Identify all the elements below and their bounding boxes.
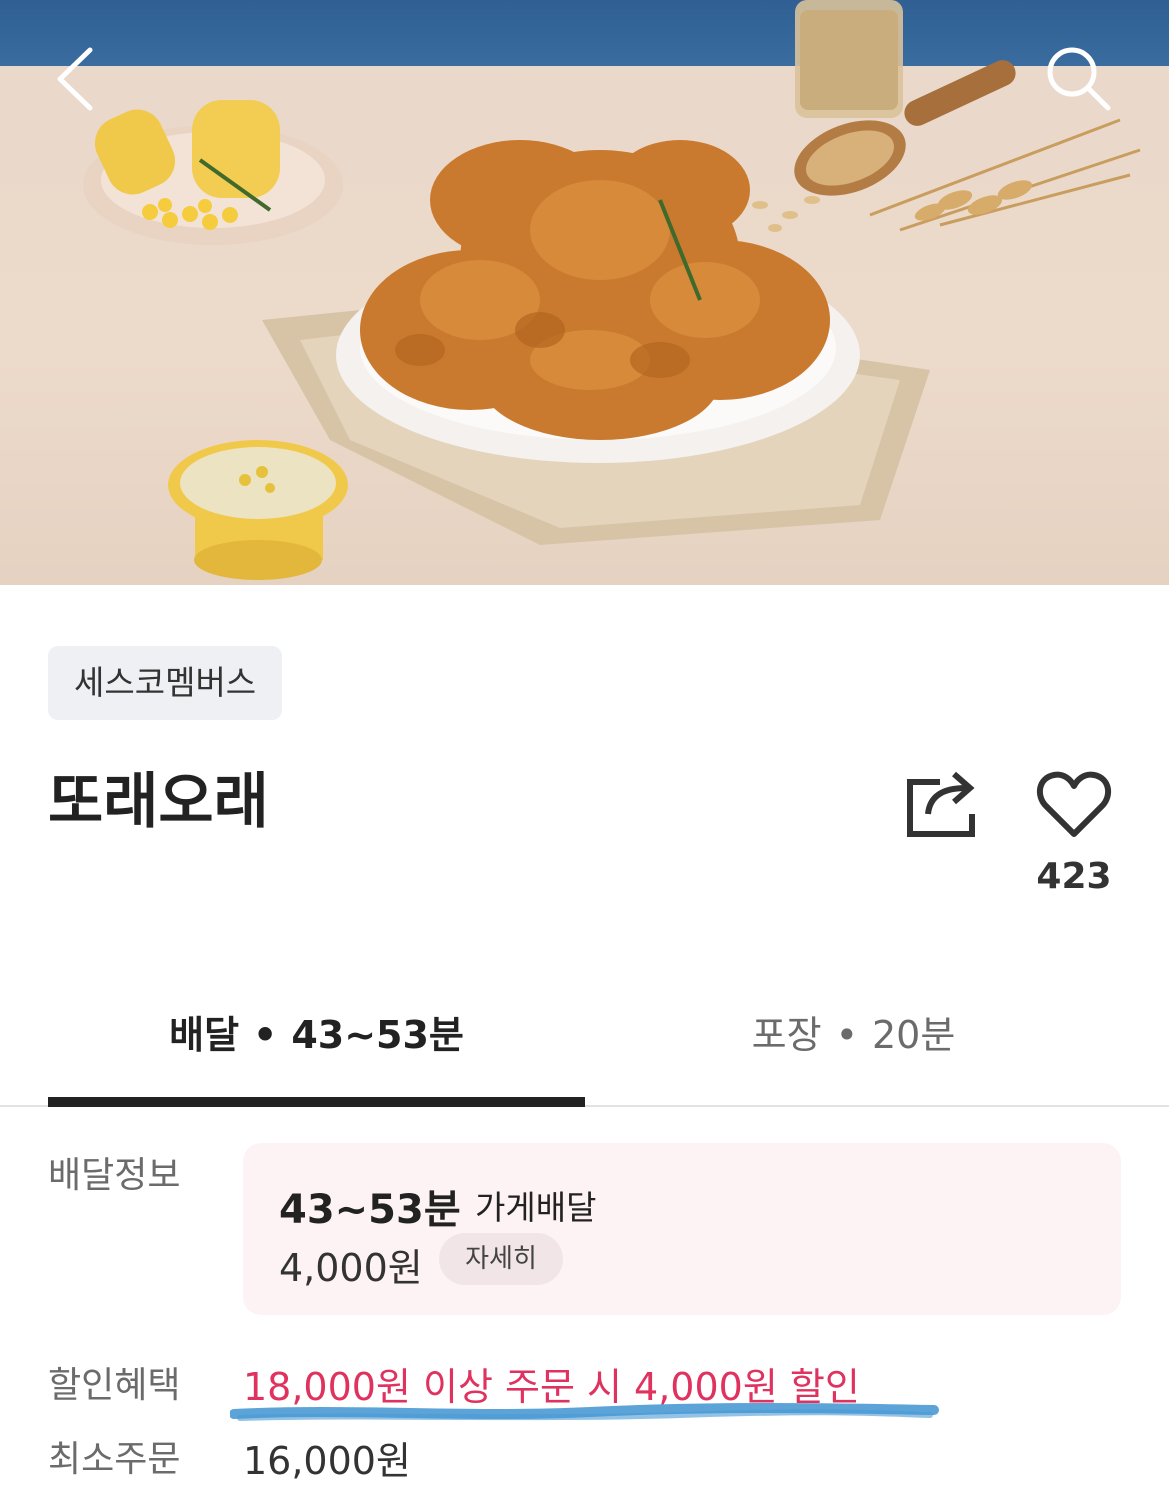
search-button[interactable] bbox=[1040, 42, 1120, 116]
back-button[interactable] bbox=[48, 42, 108, 116]
tab-pickup[interactable]: 포장 • 20분 bbox=[585, 1000, 1122, 1070]
favorite-count: 423 bbox=[1036, 856, 1112, 897]
heart-icon bbox=[1036, 771, 1112, 837]
delivery-eta: 43~53분 bbox=[279, 1187, 461, 1233]
tab-pickup-separator: • bbox=[835, 1013, 858, 1057]
discount-label: 할인혜택 bbox=[48, 1365, 181, 1406]
search-icon bbox=[1047, 47, 1111, 111]
delivery-fee: 4,000원 bbox=[279, 1246, 423, 1290]
share-button[interactable] bbox=[900, 764, 984, 844]
delivery-detail-button[interactable]: 자세히 bbox=[439, 1233, 563, 1285]
delivery-type: 가게배달 bbox=[475, 1188, 597, 1227]
active-tab-indicator bbox=[48, 1097, 585, 1107]
tab-delivery-separator: • bbox=[253, 1013, 278, 1057]
favorite-button[interactable] bbox=[1034, 768, 1114, 842]
min-order-label: 최소주문 bbox=[48, 1439, 181, 1480]
back-arrow-icon bbox=[57, 47, 93, 111]
tab-delivery[interactable]: 배달 • 43~53분 bbox=[48, 1000, 585, 1070]
delivery-info-card: 43~53분 가게배달 4,000원 자세히 bbox=[243, 1143, 1121, 1315]
store-hero-image bbox=[0, 0, 1169, 585]
tab-delivery-time: 43~53분 bbox=[291, 1013, 464, 1057]
highlight-underline bbox=[230, 1403, 939, 1421]
min-order-value: 16,000원 bbox=[243, 1439, 411, 1483]
tab-pickup-label: 포장 bbox=[751, 1013, 822, 1057]
share-icon bbox=[907, 771, 975, 837]
store-page: 세스코멤버스 또래오래 423 배달 • 43~53분 포장 • 20분 배달정보 43… bbox=[0, 0, 1169, 1486]
tab-delivery-label: 배달 bbox=[169, 1013, 240, 1057]
food-photo bbox=[83, 0, 1141, 580]
tab-pickup-time: 20분 bbox=[872, 1013, 956, 1057]
membership-tag: 세스코멤버스 bbox=[48, 646, 283, 720]
delivery-info-label: 배달정보 bbox=[48, 1155, 181, 1196]
store-name: 또래오래 bbox=[48, 767, 269, 837]
